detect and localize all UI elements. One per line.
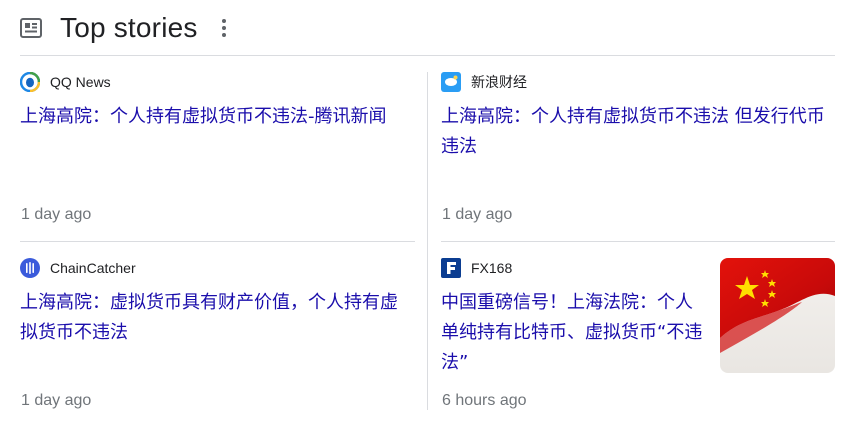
story-source: ChainCatcher (20, 258, 415, 278)
story-headline-link[interactable]: 上海高院：个人持有虚拟货币不违法-腾讯新闻 (20, 102, 415, 132)
story-card[interactable]: FX168 中国重磅信号！上海法院：个人单纯持有比特币、虚拟货币“不违法” 6 … (441, 258, 706, 418)
story-headline-link[interactable]: 中国重磅信号！上海法院：个人单纯持有比特币、虚拟货币“不违法” (441, 288, 706, 378)
newspaper-icon (20, 17, 42, 39)
story-time: 6 hours ago (442, 392, 527, 409)
story-headline-link[interactable]: 上海高院：个人持有虚拟货币不违法 但发行代币违法 (441, 102, 835, 162)
story-source: QQ News (20, 72, 415, 92)
story-time: 1 day ago (21, 392, 92, 409)
sina-finance-logo (441, 72, 461, 92)
china-flag-thumbnail[interactable] (720, 258, 835, 373)
more-vert-icon[interactable] (216, 16, 232, 40)
story-source: 新浪财经 (441, 72, 835, 92)
qq-news-logo (20, 72, 40, 92)
story-time: 1 day ago (21, 206, 92, 223)
chaincatcher-logo (20, 258, 40, 278)
story-card[interactable]: ChainCatcher 上海高院：虚拟货币具有财产价值，个人持有虚拟货币不违法… (20, 258, 415, 418)
column-divider (427, 72, 428, 410)
source-name: 新浪财经 (471, 74, 527, 90)
top-stories-header: Top stories (20, 0, 835, 56)
story-card[interactable]: QQ News 上海高院：个人持有虚拟货币不违法-腾讯新闻 1 day ago (20, 72, 415, 240)
section-title: Top stories (60, 11, 198, 43)
story-card[interactable]: 新浪财经 上海高院：个人持有虚拟货币不违法 但发行代币违法 1 day ago (441, 72, 835, 240)
story-source: FX168 (441, 258, 706, 278)
divider (441, 241, 835, 242)
story-time: 1 day ago (442, 206, 513, 223)
source-name: ChainCatcher (50, 260, 136, 276)
divider (20, 241, 415, 242)
fx168-logo (441, 258, 461, 278)
source-name: QQ News (50, 74, 111, 90)
story-headline-link[interactable]: 上海高院：虚拟货币具有财产价值，个人持有虚拟货币不违法 (20, 288, 415, 348)
source-name: FX168 (471, 260, 513, 276)
